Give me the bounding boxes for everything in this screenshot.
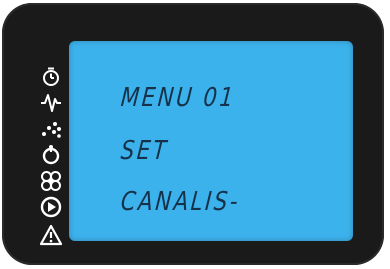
play-icon — [39, 196, 63, 218]
timer-icon — [39, 66, 63, 88]
lcd-screen: MENU 01 SET CANALIS- — [69, 41, 353, 241]
warning-icon — [39, 224, 63, 246]
controller-bezel: MENU 01 SET CANALIS- — [2, 3, 384, 265]
droplet-icon — [39, 144, 63, 166]
spray-icon — [39, 118, 63, 140]
waveform-icon — [39, 92, 63, 114]
lcd-channel-line: CANALIS- — [119, 187, 242, 217]
fan-icon — [39, 170, 63, 192]
status-icon-strip — [39, 66, 65, 252]
lcd-menu-line: MENU 01 — [119, 83, 237, 113]
lcd-set-line: SET — [119, 136, 170, 166]
